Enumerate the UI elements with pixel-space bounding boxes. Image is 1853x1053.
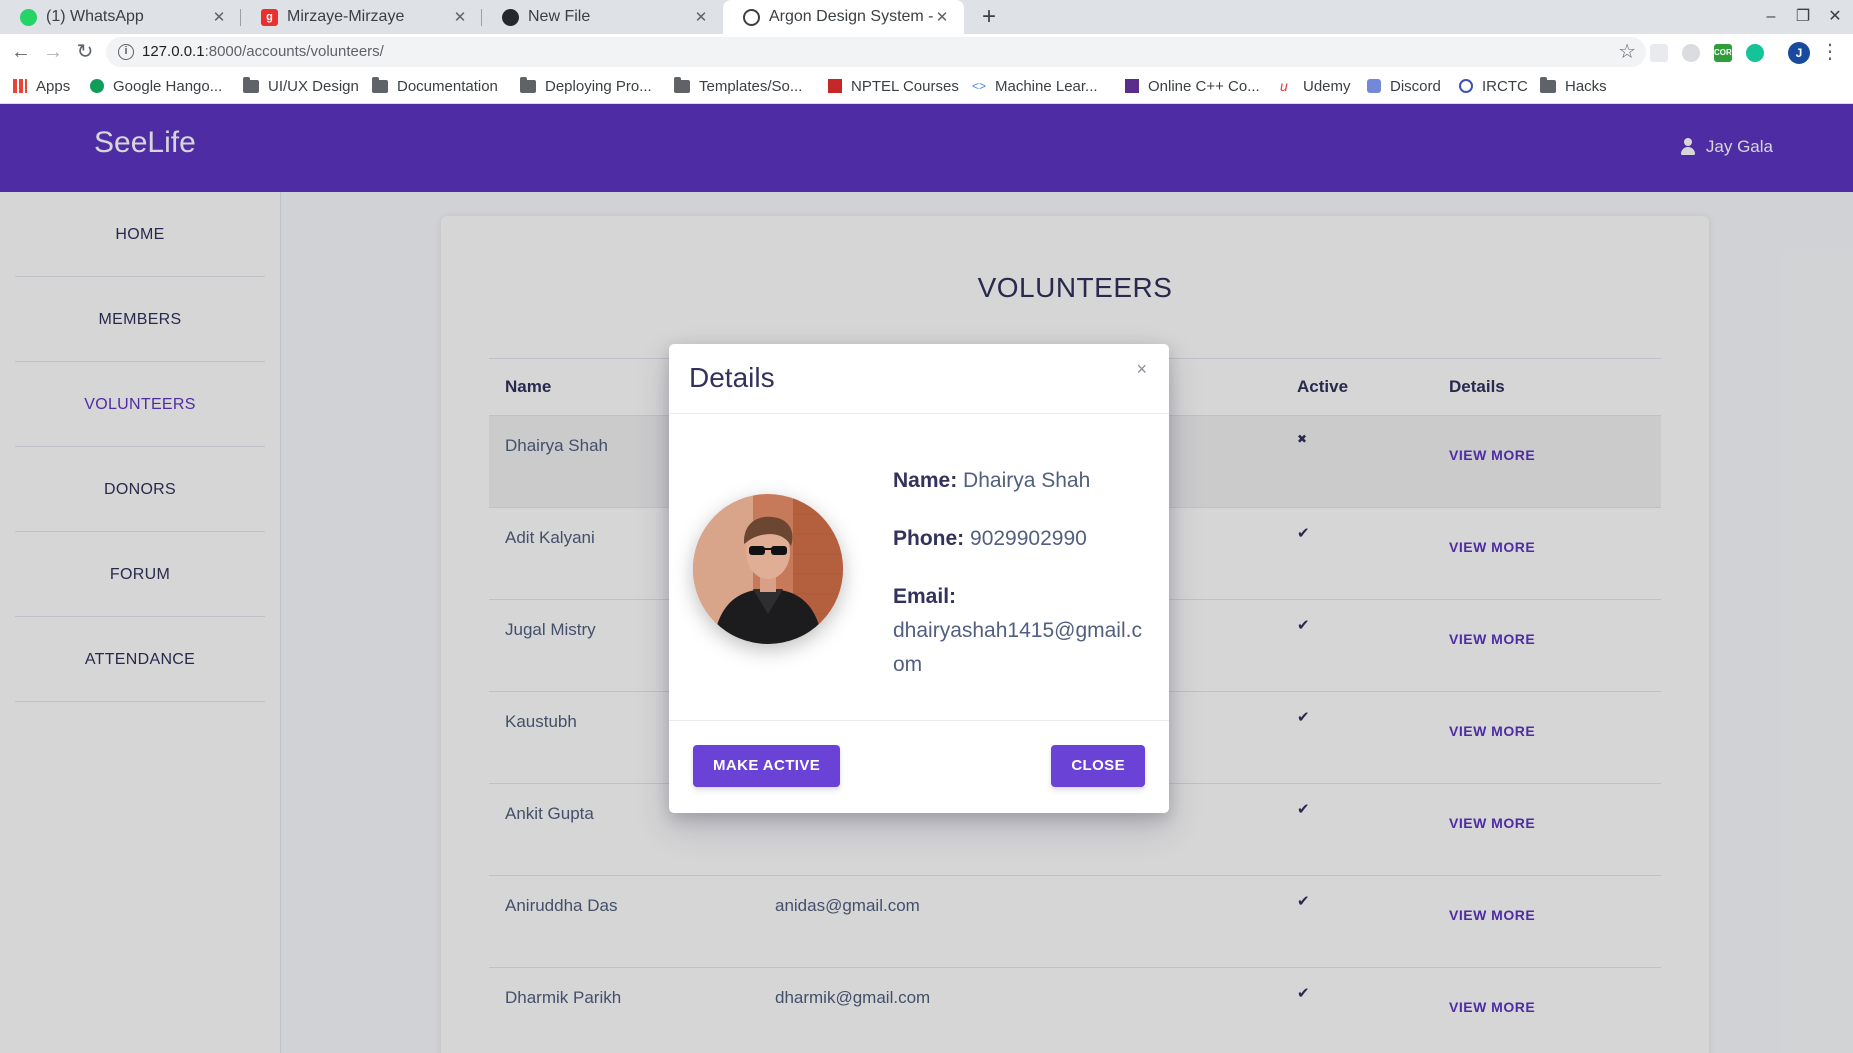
bookmark-label: Udemy <box>1303 77 1351 95</box>
bookmark-star-icon[interactable]: ☆ <box>1618 39 1636 64</box>
tab-genius[interactable]: g Mirzaye-Mirzaye ✕ <box>241 0 482 34</box>
modal-title: Details <box>689 362 775 393</box>
make-active-button[interactable]: MAKE ACTIVE <box>693 745 841 787</box>
menu-kebab-icon[interactable]: ⋮ <box>1820 39 1840 64</box>
udemy-icon: u <box>1280 77 1288 94</box>
restore-icon[interactable]: ❐ <box>1788 4 1818 30</box>
email-value: dhairyashah1415@gmail.com <box>893 619 1142 676</box>
bookmark-deploying[interactable]: Deploying Pro... <box>520 70 652 102</box>
reload-icon[interactable]: ↻ <box>70 37 100 67</box>
address-bar[interactable]: i 127.0.0.1:8000/accounts/volunteers/ ☆ <box>106 37 1646 67</box>
bookmark-udemy[interactable]: u Udemy <box>1280 70 1351 102</box>
tab-github[interactable]: New File ✕ <box>482 0 723 34</box>
bookmarks-bar: Apps Google Hango... UI/UX Design Docume… <box>0 70 1853 104</box>
bookmark-label: Deploying Pro... <box>545 77 652 95</box>
details-modal: Details × Name: Dhairya Shah Phone: 9029… <box>669 344 1169 813</box>
modal-footer: MAKE ACTIVE CLOSE <box>669 720 1169 813</box>
name-label: Name: <box>893 469 958 492</box>
folder-icon <box>243 76 259 93</box>
url-path: :8000/accounts/volunteers/ <box>204 43 384 60</box>
bookmark-irctc[interactable]: IRCTC <box>1459 70 1528 102</box>
bookmark-label: NPTEL Courses <box>851 77 959 95</box>
avatar <box>693 494 843 644</box>
grammarly-icon[interactable] <box>1746 44 1764 62</box>
bookmark-ui-ux[interactable]: UI/UX Design <box>243 70 359 102</box>
folder-icon <box>520 76 536 93</box>
profile-avatar[interactable]: J <box>1788 42 1810 64</box>
folder-icon <box>674 76 690 93</box>
detail-phone: Phone: 9029902990 <box>893 522 1153 556</box>
volunteer-details: Name: Dhairya Shah Phone: 9029902990 Ema… <box>893 464 1153 706</box>
modal-header: Details × <box>669 344 1169 414</box>
bookmark-label: Templates/So... <box>699 77 803 95</box>
forward-icon[interactable]: → <box>38 37 68 67</box>
close-icon[interactable]: × <box>1136 359 1147 380</box>
apps-grid-icon <box>13 79 27 93</box>
close-tab-icon[interactable]: ✕ <box>934 8 950 26</box>
close-tab-icon[interactable]: ✕ <box>211 8 227 26</box>
back-icon[interactable]: ← <box>6 37 36 67</box>
code-icon: <> <box>972 78 987 93</box>
close-window-icon[interactable]: ✕ <box>1820 4 1850 30</box>
browser-toolbar: ← → ↻ i 127.0.0.1:8000/accounts/voluntee… <box>0 34 1853 70</box>
bookmark-label: UI/UX Design <box>268 77 359 95</box>
extension-icon[interactable] <box>1682 44 1700 62</box>
extension-icon[interactable] <box>1650 44 1668 62</box>
detail-name: Name: Dhairya Shah <box>893 464 1153 498</box>
close-tab-icon[interactable]: ✕ <box>693 8 709 26</box>
bolt-icon <box>1125 79 1139 93</box>
minimize-icon[interactable]: – <box>1756 4 1786 30</box>
tab-label: (1) WhatsApp <box>46 8 144 25</box>
new-tab-button[interactable]: + <box>975 3 1003 31</box>
email-label: Email: <box>893 585 957 608</box>
cors-extension-icon[interactable]: CORS <box>1714 44 1737 62</box>
folder-icon <box>1540 76 1556 93</box>
bookmark-label: Google Hango... <box>113 77 223 95</box>
tab-argon[interactable]: Argon Design System - Fr ✕ <box>723 0 964 34</box>
volunteer-photo <box>693 494 843 644</box>
tab-label: Argon Design System - Fr <box>769 8 934 25</box>
tab-whatsapp[interactable]: (1) WhatsApp ✕ <box>0 0 241 34</box>
bookmark-discord[interactable]: Discord <box>1367 70 1441 102</box>
bookmark-label: Hacks <box>1565 77 1607 95</box>
nptel-icon <box>828 79 842 93</box>
discord-icon <box>1367 79 1381 93</box>
bookmark-label: IRCTC <box>1482 77 1528 95</box>
bookmark-hangouts[interactable]: Google Hango... <box>90 70 222 102</box>
close-tab-icon[interactable]: ✕ <box>452 8 468 26</box>
name-value: Dhairya Shah <box>963 469 1091 492</box>
bookmark-label: Documentation <box>397 77 498 95</box>
browser-tab-strip: (1) WhatsApp ✕ g Mirzaye-Mirzaye ✕ New F… <box>0 0 1853 34</box>
whatsapp-icon <box>20 8 37 26</box>
bookmark-templates[interactable]: Templates/So... <box>674 70 802 102</box>
bookmark-hacks[interactable]: Hacks <box>1540 70 1607 102</box>
argon-icon <box>743 8 760 26</box>
genius-icon: g <box>261 8 278 26</box>
tab-label: Mirzaye-Mirzaye <box>287 8 405 25</box>
bookmark-label: Online C++ Co... <box>1148 77 1260 95</box>
bookmark-machine-learning[interactable]: <> Machine Lear... <box>972 70 1098 102</box>
url-text[interactable]: 127.0.0.1:8000/accounts/volunteers/ <box>142 43 384 60</box>
detail-email: Email: dhairyashah1415@gmail.com <box>893 580 1153 682</box>
info-icon[interactable]: i <box>118 44 134 60</box>
url-host: 127.0.0.1 <box>142 43 205 60</box>
folder-icon <box>372 76 388 93</box>
bookmark-apps[interactable]: Apps <box>13 70 70 102</box>
irctc-icon <box>1459 79 1473 93</box>
hangouts-icon <box>90 79 104 93</box>
bookmark-label: Discord <box>1390 77 1441 95</box>
bookmark-label: Apps <box>36 77 71 95</box>
phone-value: 9029902990 <box>970 527 1087 550</box>
phone-label: Phone: <box>893 527 965 550</box>
bookmark-label: Machine Lear... <box>995 77 1098 95</box>
tab-label: New File <box>528 8 591 25</box>
close-button[interactable]: CLOSE <box>1051 745 1145 787</box>
github-icon <box>502 8 519 26</box>
bookmark-online-cpp[interactable]: Online C++ Co... <box>1125 70 1260 102</box>
bookmark-documentation[interactable]: Documentation <box>372 70 498 102</box>
bookmark-nptel[interactable]: NPTEL Courses <box>828 70 959 102</box>
